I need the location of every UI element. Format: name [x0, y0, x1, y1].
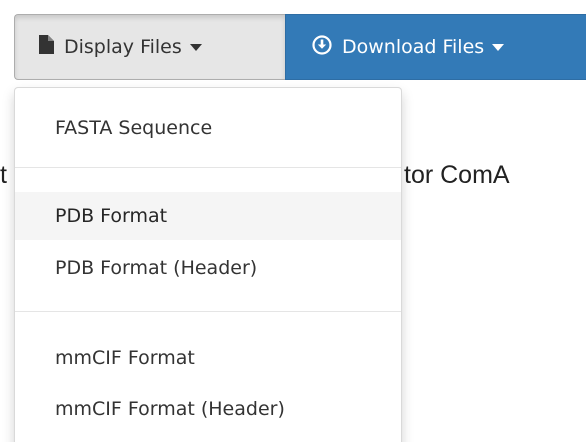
menu-divider: [15, 311, 401, 312]
page-title-right-fragment: tor ComA: [404, 161, 510, 189]
page-title-left-fragment: t: [0, 161, 7, 189]
chevron-down-icon: [492, 43, 505, 51]
download-files-label: Download Files: [342, 36, 485, 58]
chevron-down-icon: [189, 43, 202, 51]
download-files-button[interactable]: Download Files: [285, 14, 586, 80]
display-files-label: Display Files: [64, 36, 182, 58]
download-circle-icon: [312, 34, 332, 60]
display-files-dropdown-menu: FASTA Sequence PDB Format PDB Format (He…: [14, 87, 402, 442]
file-icon: [39, 35, 54, 59]
menu-item-mmcif-format-header[interactable]: mmCIF Format (Header): [15, 385, 401, 433]
menu-item-pdb-format[interactable]: PDB Format: [15, 192, 401, 240]
display-files-button[interactable]: Display Files: [14, 14, 285, 80]
menu-item-pdb-format-header[interactable]: PDB Format (Header): [15, 244, 401, 292]
file-actions-button-group: Display Files Download Files: [14, 14, 586, 80]
menu-item-mmcif-format[interactable]: mmCIF Format: [15, 334, 401, 382]
menu-item-fasta-sequence[interactable]: FASTA Sequence: [15, 104, 401, 152]
page: t tor ComA Display Files Download Files …: [0, 0, 586, 442]
menu-divider: [15, 167, 401, 168]
